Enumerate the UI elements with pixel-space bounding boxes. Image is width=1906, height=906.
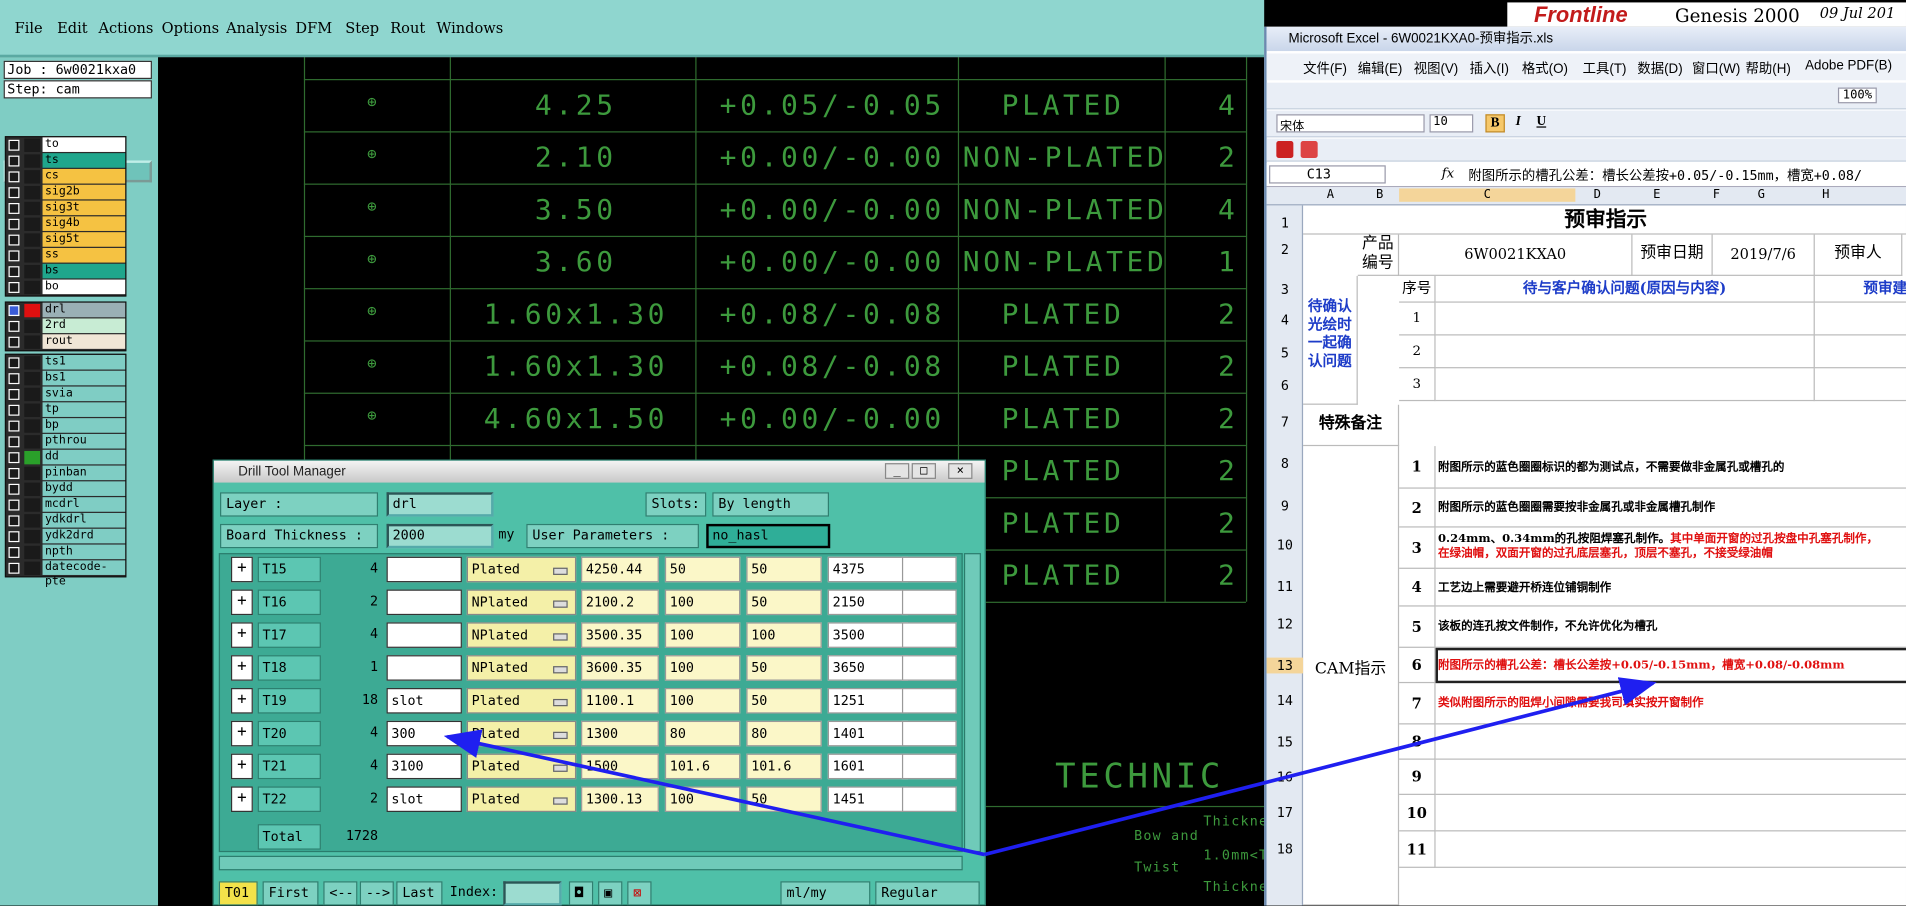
arrow-to-t20 [443, 729, 985, 857]
annotation-arrows [443, 677, 1657, 857]
arrow-to-excel-row6 [984, 677, 1657, 857]
